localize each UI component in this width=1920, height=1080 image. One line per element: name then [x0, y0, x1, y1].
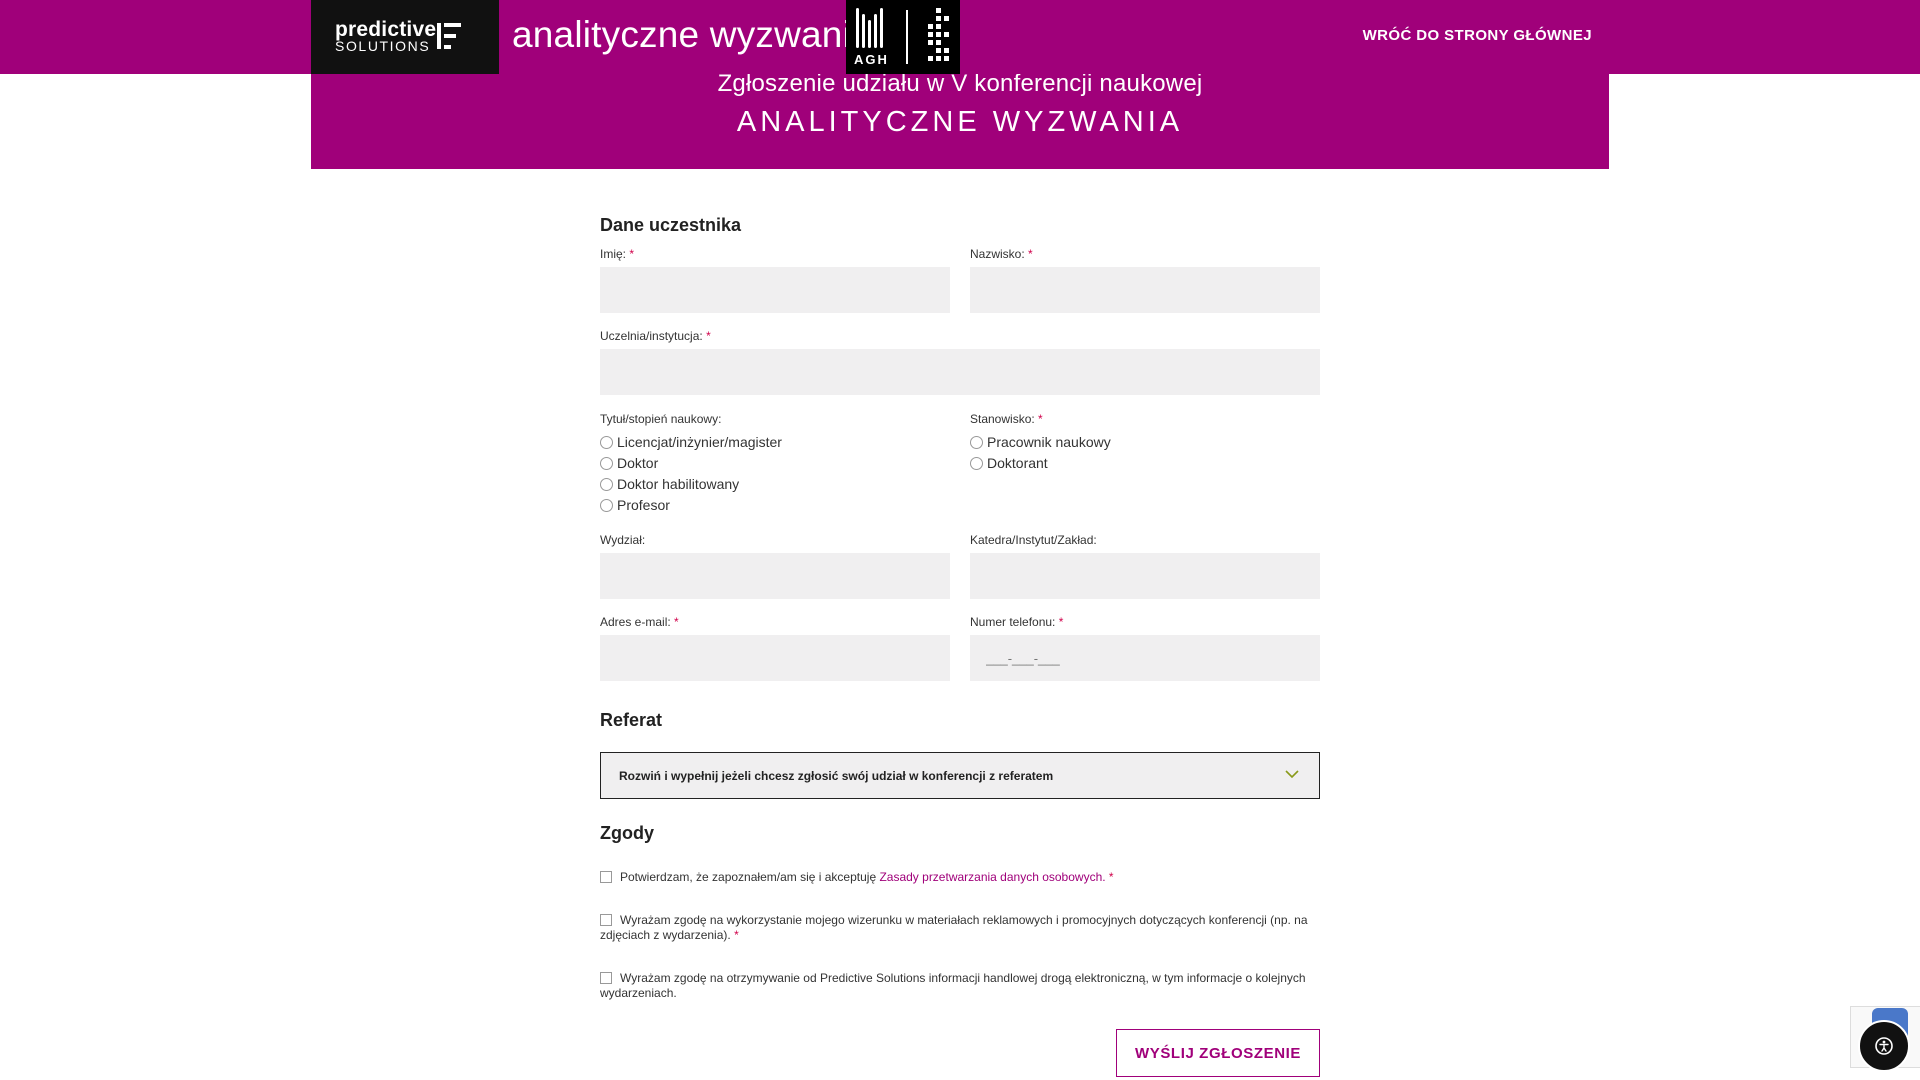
banner-title: ANALITYCZNE WYZWANIA [736, 106, 1184, 138]
consent-marketing-checkbox[interactable] [600, 972, 612, 984]
department-input[interactable] [970, 553, 1320, 599]
predictive-solutions-logo[interactable]: predictive SOLUTIONS [311, 0, 499, 74]
position-label: Stanowisko: * [970, 412, 1043, 426]
back-to-home-link[interactable]: WRÓĆ DO STRONY GŁÓWNEJ [1363, 27, 1592, 44]
degree-option-doctor[interactable]: Doktor [600, 455, 658, 471]
section-title-participant: Dane uczestnika [600, 215, 742, 235]
logo-bottom-text: SOLUTIONS [335, 38, 431, 54]
consent-image-checkbox[interactable] [600, 914, 612, 926]
faculty-label: Wydział: [600, 533, 646, 547]
institution-label: Uczelnia/instytucja: * [600, 329, 711, 343]
phone-label: Numer telefonu: * [970, 615, 1064, 629]
email-input[interactable] [600, 635, 950, 681]
predictive-mark-icon [437, 23, 461, 49]
faculty-input[interactable] [600, 553, 950, 599]
radio-button[interactable] [600, 456, 613, 470]
paper-toggle[interactable]: Rozwiń i wypełnij jeżeli chcesz zgłosić … [600, 752, 1320, 799]
first-name-input[interactable] [600, 267, 950, 313]
last-name-label: Nazwisko: * [970, 247, 1033, 261]
logo-divider [906, 10, 908, 64]
radio-button[interactable] [600, 435, 613, 449]
chevron-down-icon [1285, 770, 1299, 779]
phone-input[interactable] [970, 635, 1320, 681]
page-banner: Zgłoszenie udziału w V konferencji nauko… [311, 74, 1609, 169]
email-label: Adres e-mail: * [600, 615, 679, 629]
degree-label: Tytuł/stopień naukowy: [600, 412, 722, 426]
radio-button[interactable] [600, 477, 613, 491]
institution-input[interactable] [600, 349, 1320, 395]
degree-option-master[interactable]: Licencjat/inżynier/magister [600, 434, 782, 450]
section-title-paper: Referat [600, 710, 663, 730]
position-option-researcher[interactable]: Pracownik naukowy [970, 434, 1111, 450]
accessibility-icon [1875, 1037, 1893, 1055]
paper-toggle-label: Rozwiń i wypełnij jeżeli chcesz zgłosić … [619, 768, 1054, 783]
top-bar: predictive SOLUTIONS analityczne wyzwani… [0, 0, 1920, 74]
radio-button[interactable] [600, 498, 613, 512]
first-name-label: Imię: * [600, 247, 635, 261]
degree-option-habilitated[interactable]: Doktor habilitowany [600, 476, 739, 492]
submit-button[interactable]: WYŚLIJ ZGŁOSZENIE [1116, 1029, 1320, 1077]
degree-option-professor[interactable]: Profesor [600, 497, 670, 513]
department-label: Katedra/Instytut/Zakład: [970, 533, 1097, 547]
agh-logo[interactable]: AGH [846, 0, 960, 74]
site-title[interactable]: analityczne wyzwania [512, 14, 872, 56]
accessibility-button[interactable] [1858, 1020, 1910, 1072]
section-title-consents: Zgody [600, 823, 654, 843]
consent-marketing: Wyrażam zgodę na otrzymywanie od Predict… [600, 971, 1306, 1000]
position-option-phd-student[interactable]: Doktorant [970, 455, 1048, 471]
privacy-policy-link[interactable]: Zasady przetwarzania danych osobowych. [879, 870, 1105, 884]
consent-image: Wyrażam zgodę na wykorzystanie mojego wi… [600, 913, 1308, 942]
last-name-input[interactable] [970, 267, 1320, 313]
radio-button[interactable] [970, 456, 983, 470]
banner-subtitle: Zgłoszenie udziału w V konferencji nauko… [717, 74, 1203, 97]
consent-privacy: Potwierdzam, że zapoznałem/am się i akce… [600, 870, 1320, 885]
agh-lines-icon [856, 8, 888, 48]
radio-button[interactable] [970, 435, 983, 449]
agh-label: AGH [854, 52, 889, 67]
agh-grid-icon [924, 8, 950, 66]
consent-privacy-checkbox[interactable] [600, 871, 612, 883]
